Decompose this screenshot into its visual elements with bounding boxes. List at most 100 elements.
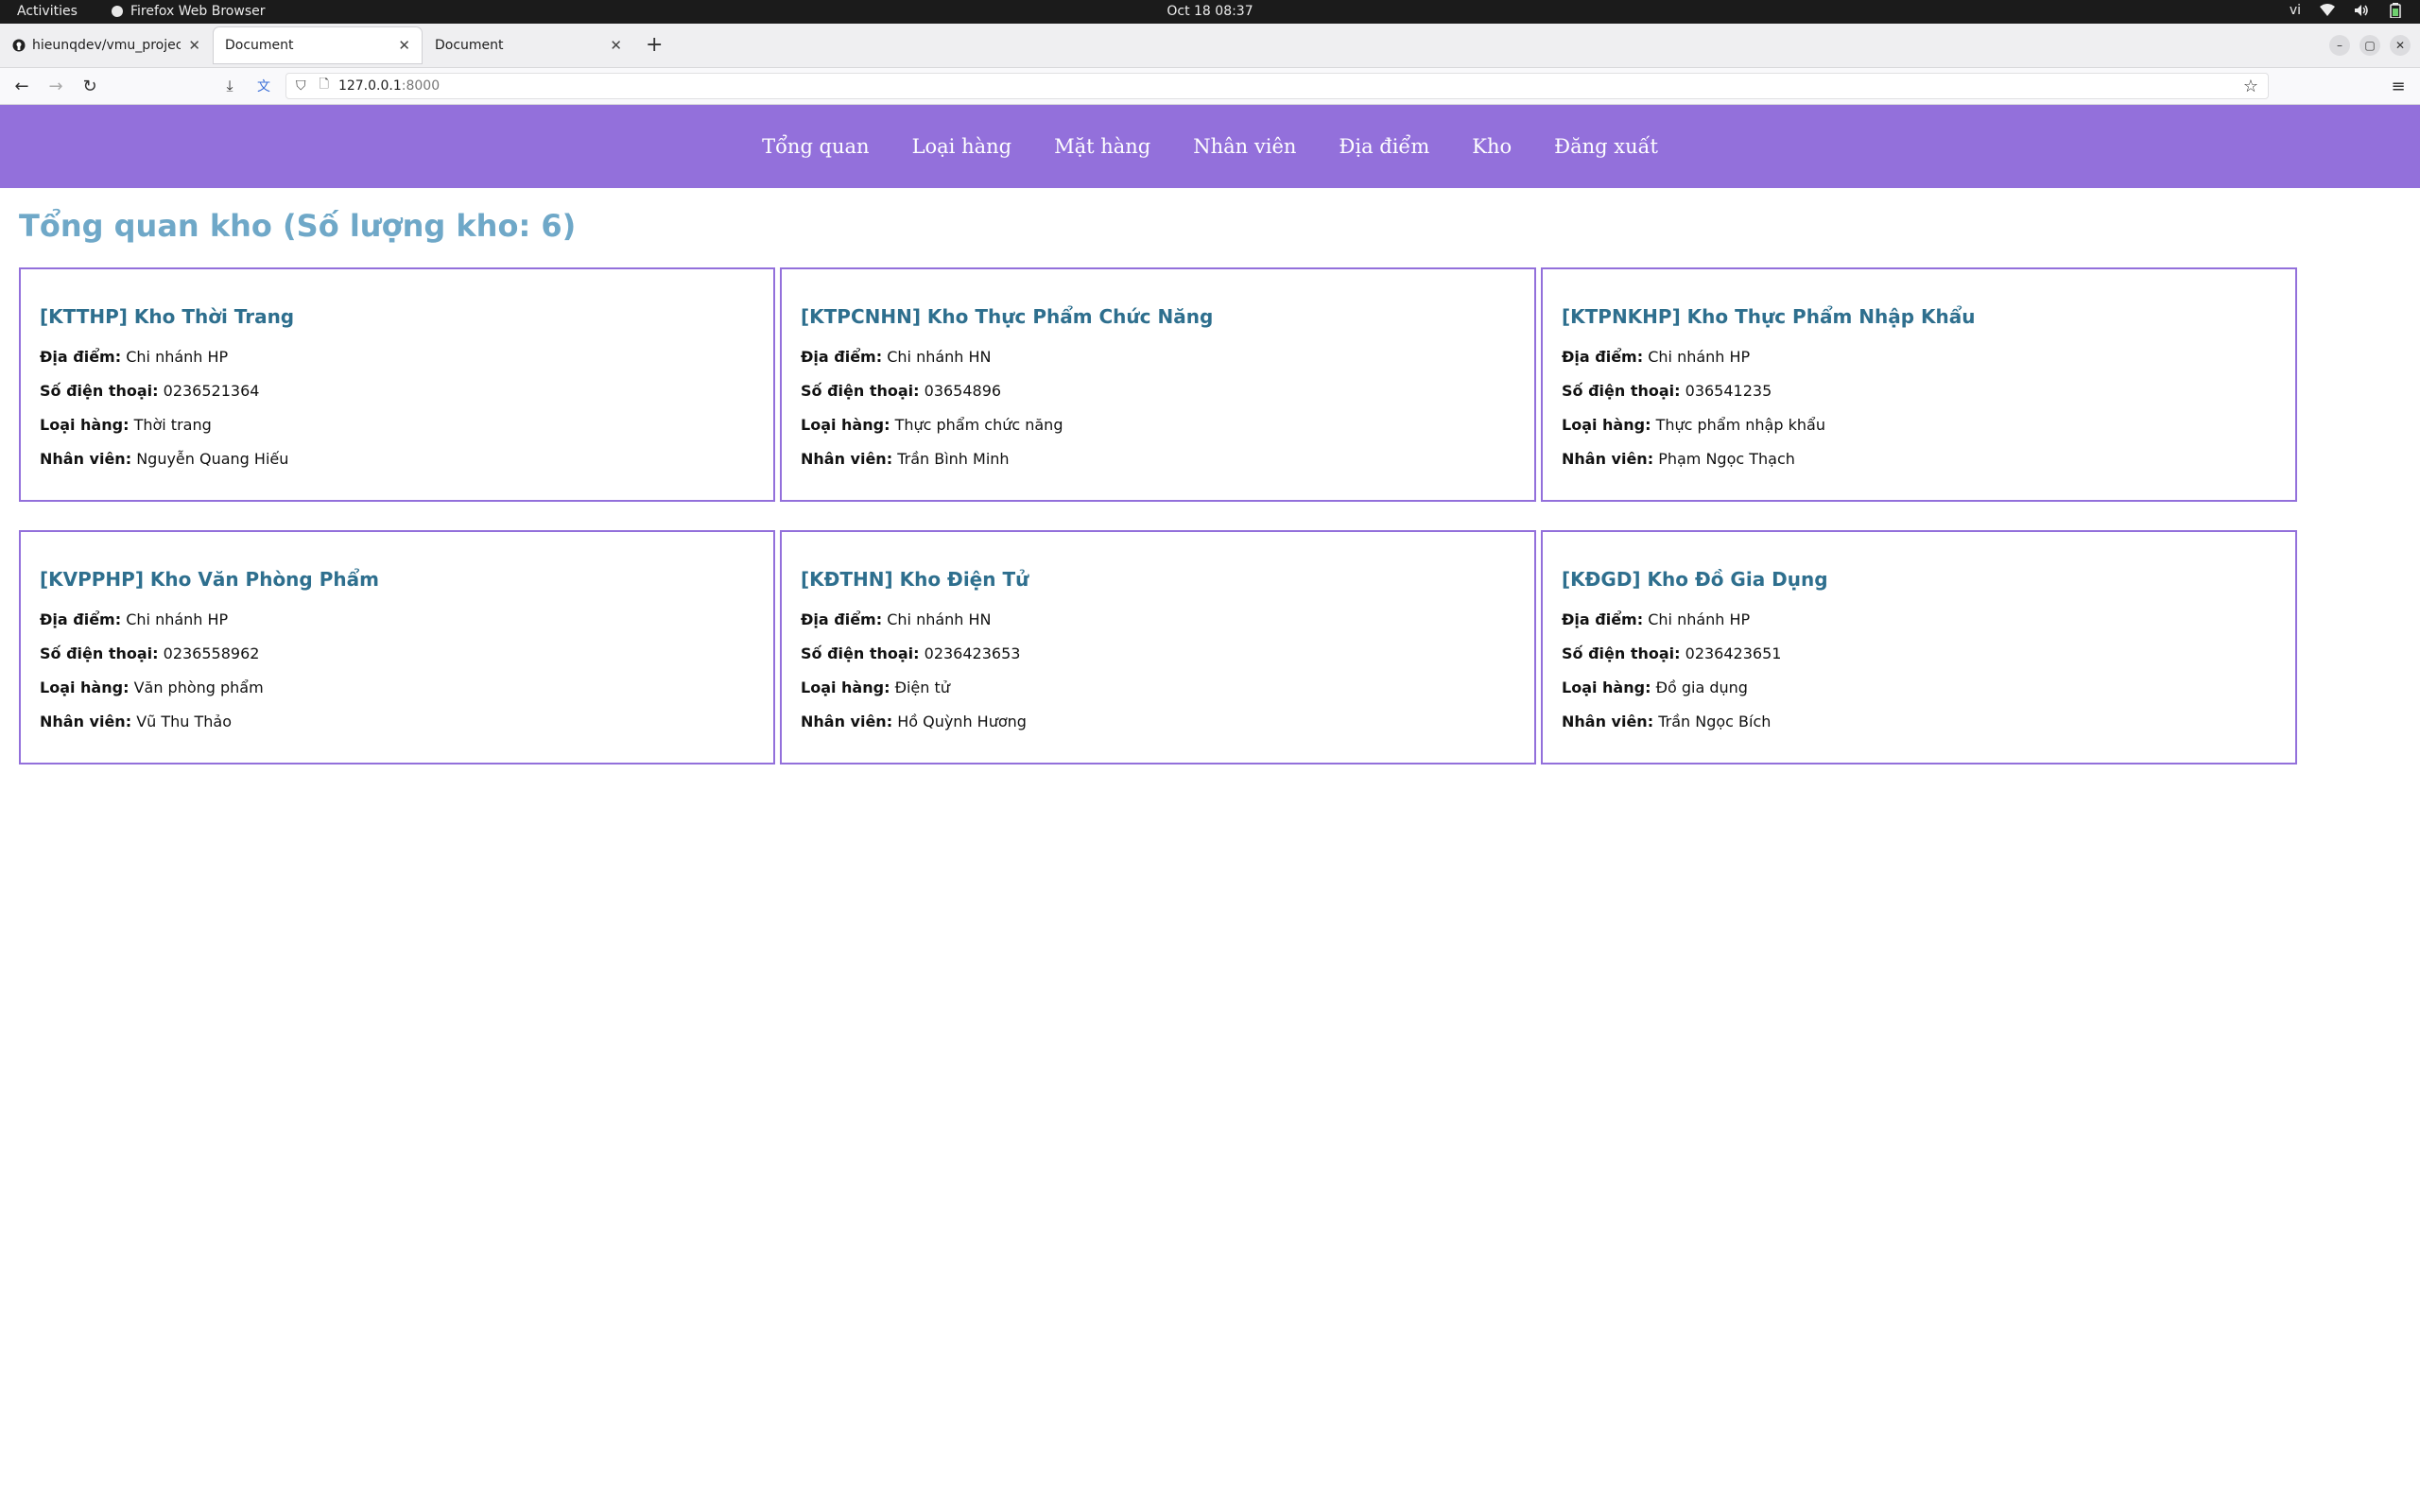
warehouse-card: [KĐGD] Kho Đồ Gia Dụng Địa điểm: Chi nhá… [1541, 530, 2297, 765]
nav-mat-hang[interactable]: Mặt hàng [1054, 135, 1150, 158]
nav-loai-hang[interactable]: Loại hàng [912, 135, 1012, 158]
phone-value: 0236423653 [924, 644, 1021, 662]
nav-dang-xuat[interactable]: Đăng xuất [1554, 135, 1658, 158]
warehouse-title: [KTPCNHN] Kho Thực Phẩm Chức Năng [801, 305, 1214, 328]
phone-label: Số điện thoại: [801, 644, 920, 662]
url-port: :8000 [401, 78, 441, 94]
location-label: Địa điểm: [1562, 610, 1644, 628]
warehouse-phone: Số điện thoại: 0236521364 [40, 381, 754, 402]
warehouse-phone: Số điện thoại: 0236423653 [801, 644, 1515, 664]
nav-nhan-vien[interactable]: Nhân viên [1193, 135, 1296, 158]
nav-dia-diem[interactable]: Địa điểm [1339, 135, 1429, 158]
staff-value: Trần Ngọc Bích [1658, 713, 1772, 730]
url-bar[interactable]: ⛉ 🗋 127.0.0.1:8000 ☆ [285, 73, 2269, 99]
warehouse-category: Loại hàng: Thực phẩm nhập khẩu [1562, 415, 2276, 436]
clock[interactable]: Oct 18 08:37 [1167, 4, 1253, 19]
warehouse-grid: [KTTHP] Kho Thời Trang Địa điểm: Chi nhá… [19, 267, 2297, 765]
staff-value: Phạm Ngọc Thạch [1658, 450, 1795, 468]
close-window-icon[interactable]: ✕ [2390, 35, 2411, 56]
warehouse-location: Địa điểm: Chi nhánh HP [1562, 347, 2276, 368]
system-top-bar: Activities Firefox Web Browser Oct 18 08… [0, 0, 2420, 24]
url-text: 127.0.0.1:8000 [338, 78, 440, 94]
phone-label: Số điện thoại: [40, 382, 159, 400]
url-host: 127.0.0.1 [337, 78, 402, 94]
category-value: Thực phẩm nhập khẩu [1655, 416, 1825, 434]
app-name: Firefox Web Browser [130, 4, 266, 19]
close-icon[interactable]: ✕ [398, 37, 410, 54]
nav-tong-quan[interactable]: Tổng quan [762, 135, 870, 158]
warehouse-staff: Nhân viên: Phạm Ngọc Thạch [1562, 449, 2276, 470]
category-value: Thời trang [133, 416, 212, 434]
warehouse-card: [KTTHP] Kho Thời Trang Địa điểm: Chi nhá… [19, 267, 775, 502]
tab-github[interactable]: hieunqdev/vmu_project ✕ [0, 27, 212, 63]
warehouse-phone: Số điện thoại: 036541235 [1562, 381, 2276, 402]
warehouse-title: [KVPPHP] Kho Văn Phòng Phẩm [40, 568, 379, 591]
close-icon[interactable]: ✕ [188, 37, 200, 54]
system-tray[interactable]: vi [2290, 3, 2403, 18]
warehouse-category: Loại hàng: Văn phòng phẩm [40, 678, 754, 698]
tab-title: Document [225, 38, 294, 53]
new-tab-button[interactable]: + [646, 35, 663, 56]
staff-label: Nhân viên: [40, 450, 132, 468]
staff-label: Nhân viên: [801, 450, 893, 468]
nav-kho[interactable]: Kho [1472, 135, 1512, 158]
back-icon[interactable]: ← [11, 76, 32, 96]
category-label: Loại hàng: [801, 416, 890, 434]
site-nav: Tổng quan Loại hàng Mặt hàng Nhân viên Đ… [0, 105, 2420, 188]
warehouse-location: Địa điểm: Chi nhánh HP [40, 610, 754, 630]
warehouse-title: [KĐTHN] Kho Điện Tử [801, 568, 1029, 591]
staff-label: Nhân viên: [801, 713, 893, 730]
shield-icon: ⛉ [296, 78, 306, 94]
warehouse-title: [KĐGD] Kho Đồ Gia Dụng [1562, 568, 1828, 591]
menu-icon[interactable]: ≡ [2388, 76, 2409, 96]
warehouse-location: Địa điểm: Chi nhánh HN [801, 347, 1515, 368]
maximize-icon[interactable]: ▢ [2360, 35, 2380, 56]
tab-document[interactable]: Document ✕ [424, 27, 633, 63]
app-menu[interactable]: Firefox Web Browser [112, 4, 266, 19]
forward-icon[interactable]: → [45, 76, 66, 96]
battery-icon [2388, 3, 2403, 18]
staff-label: Nhân viên: [1562, 450, 1654, 468]
location-value: Chi nhánh HN [887, 610, 992, 628]
location-label: Địa điểm: [801, 610, 883, 628]
warehouse-staff: Nhân viên: Nguyễn Quang Hiếu [40, 449, 754, 470]
location-value: Chi nhánh HN [887, 348, 992, 366]
bookmark-star-icon[interactable]: ☆ [2243, 77, 2258, 96]
tab-document-active[interactable]: Document ✕ [214, 27, 422, 63]
reload-icon[interactable]: ↻ [79, 76, 100, 96]
location-label: Địa điểm: [801, 348, 883, 366]
phone-value: 0236558962 [163, 644, 260, 662]
download-icon[interactable]: ⤓ [219, 76, 240, 96]
github-icon [11, 38, 26, 53]
category-value: Đồ gia dụng [1655, 679, 1748, 696]
language-indicator[interactable]: vi [2290, 3, 2301, 18]
warehouse-location: Địa điểm: Chi nhánh HP [40, 347, 754, 368]
warehouse-category: Loại hàng: Thời trang [40, 415, 754, 436]
location-value: Chi nhánh HP [126, 348, 229, 366]
phone-value: 036541235 [1685, 382, 1772, 400]
staff-value: Trần Bình Minh [897, 450, 1010, 468]
location-label: Địa điểm: [40, 348, 122, 366]
location-value: Chi nhánh HP [1648, 348, 1751, 366]
browser-toolbar: ← → ↻ ⤓ 文 ⛉ 🗋 127.0.0.1:8000 ☆ ≡ [0, 68, 2420, 105]
location-label: Địa điểm: [1562, 348, 1644, 366]
warehouse-title: [KTPNKHP] Kho Thực Phẩm Nhập Khẩu [1562, 305, 1976, 328]
tab-title: hieunqdev/vmu_project [32, 38, 182, 53]
location-value: Chi nhánh HP [1648, 610, 1751, 628]
firefox-icon [112, 6, 123, 17]
minimize-icon[interactable]: – [2329, 35, 2350, 56]
category-label: Loại hàng: [40, 416, 130, 434]
category-label: Loại hàng: [1562, 679, 1651, 696]
close-icon[interactable]: ✕ [610, 37, 622, 54]
warehouse-card: [KVPPHP] Kho Văn Phòng Phẩm Địa điểm: Ch… [19, 530, 775, 765]
phone-label: Số điện thoại: [1562, 382, 1681, 400]
category-label: Loại hàng: [40, 679, 130, 696]
warehouse-card: [KTPNKHP] Kho Thực Phẩm Nhập Khẩu Địa đi… [1541, 267, 2297, 502]
warehouse-category: Loại hàng: Thực phẩm chức năng [801, 415, 1515, 436]
translate-icon[interactable]: 文 [253, 76, 274, 96]
activities-button[interactable]: Activities [17, 4, 78, 19]
warehouse-staff: Nhân viên: Hồ Quỳnh Hương [801, 712, 1515, 732]
staff-label: Nhân viên: [40, 713, 132, 730]
category-value: Thực phẩm chức năng [894, 416, 1063, 434]
warehouse-phone: Số điện thoại: 0236558962 [40, 644, 754, 664]
